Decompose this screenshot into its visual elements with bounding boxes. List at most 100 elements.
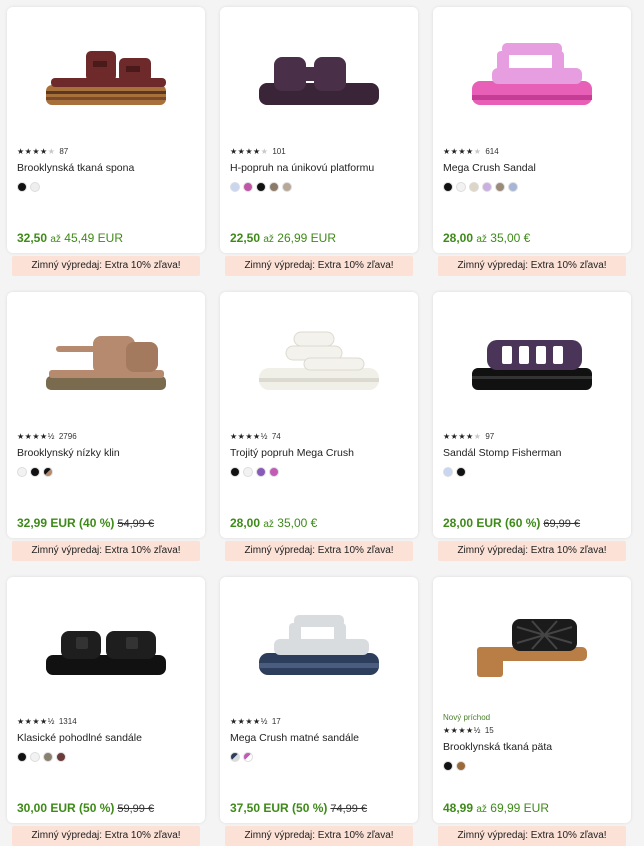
price-from: 22,50: [230, 231, 261, 245]
color-swatch[interactable]: [269, 467, 279, 477]
rating-stars: ★★★★★: [443, 146, 482, 156]
original-price: 69,99 €: [543, 518, 581, 530]
color-swatch[interactable]: [30, 182, 40, 192]
rating: ★★★★★ 97: [443, 431, 623, 441]
product-name[interactable]: Brooklynská tkaná päta: [443, 741, 623, 753]
color-swatches: [17, 467, 197, 477]
product-price: 37,50 EUR (50 %) 74,99 €: [230, 801, 367, 815]
review-count: 87: [59, 146, 69, 156]
color-swatch[interactable]: [230, 752, 240, 762]
price-to: 26,99 EUR: [277, 231, 336, 245]
color-swatches: [443, 467, 623, 477]
color-swatch[interactable]: [56, 752, 66, 762]
rating-stars: ★★★★½: [17, 716, 55, 726]
rating: ★★★★½ 2796: [17, 431, 197, 441]
color-swatch[interactable]: [243, 182, 253, 192]
promo-banner: Zimný výpredaj: Extra 10% zľava!: [225, 256, 413, 276]
product-name[interactable]: Brooklynská tkaná spona: [17, 162, 197, 174]
product-image[interactable]: [220, 292, 418, 424]
promo-banner: Zimný výpredaj: Extra 10% zľava!: [438, 256, 626, 276]
product-image[interactable]: [433, 292, 631, 424]
color-swatches: [230, 467, 410, 477]
product-image[interactable]: [433, 577, 631, 709]
price-from: 28,00: [230, 516, 261, 530]
color-swatch[interactable]: [482, 182, 492, 192]
rating: ★★★★½ 17: [230, 716, 410, 726]
promo-banner: Zimný výpredaj: Extra 10% zľava!: [438, 826, 626, 846]
product-image[interactable]: [7, 292, 205, 424]
product-name[interactable]: Trojitý popruh Mega Crush: [230, 447, 410, 459]
review-count: 97: [485, 431, 495, 441]
color-swatch[interactable]: [469, 182, 479, 192]
product-name[interactable]: Sandál Stomp Fisherman: [443, 447, 623, 459]
color-swatch[interactable]: [495, 182, 505, 192]
promo-banner: Zimný výpredaj: Extra 10% zľava!: [12, 256, 200, 276]
product-card[interactable]: ★★★★★ 97 Sandál Stomp Fisherman 28,00 EUR…: [433, 292, 631, 538]
product-card[interactable]: ★★★★★ 614 Mega Crush Sandal 28,00 až 35,0…: [433, 7, 631, 253]
product-card[interactable]: ★★★★½ 1314 Klasické pohodlné sandále 30,0…: [7, 577, 205, 823]
rating-stars: ★★★★½: [443, 725, 481, 735]
product-image[interactable]: [7, 7, 205, 139]
color-swatch[interactable]: [456, 761, 466, 771]
color-swatch[interactable]: [456, 467, 466, 477]
color-swatch[interactable]: [43, 752, 53, 762]
product-price: 28,00 EUR (60 %) 69,99 €: [443, 516, 580, 530]
product-name[interactable]: Mega Crush matné sandále: [230, 732, 410, 744]
price-to: 45,49 EUR: [64, 231, 123, 245]
price-sep: až: [476, 234, 487, 245]
color-swatch[interactable]: [230, 467, 240, 477]
promo-banner: Zimný výpredaj: Extra 10% zľava!: [12, 826, 200, 846]
color-swatch[interactable]: [443, 761, 453, 771]
color-swatch[interactable]: [508, 182, 518, 192]
product-card[interactable]: ★★★★½ 74 Trojitý popruh Mega Crush 28,00 …: [220, 292, 418, 538]
color-swatch[interactable]: [282, 182, 292, 192]
color-swatch[interactable]: [30, 752, 40, 762]
color-swatch[interactable]: [243, 752, 253, 762]
promo-banner: Zimný výpredaj: Extra 10% zľava!: [225, 826, 413, 846]
color-swatch[interactable]: [243, 467, 253, 477]
price-from: 48,99: [443, 801, 474, 815]
rating-stars: ★★★★★: [17, 146, 56, 156]
color-swatch[interactable]: [230, 182, 240, 192]
rating: ★★★★½ 15: [443, 725, 623, 735]
product-image[interactable]: [433, 7, 631, 139]
color-swatch[interactable]: [443, 182, 453, 192]
price-from: 32,50: [17, 231, 48, 245]
product-image[interactable]: [7, 577, 205, 709]
product-name[interactable]: H-popruh na únikovú platformu: [230, 162, 410, 174]
color-swatch[interactable]: [43, 467, 53, 477]
color-swatch[interactable]: [30, 467, 40, 477]
product-price: 22,50 až 26,99 EUR: [230, 231, 336, 245]
color-swatches: [230, 182, 410, 192]
product-card[interactable]: ★★★★½ 2796 Brooklynský nízky klin 32,99 E…: [7, 292, 205, 538]
product-grid: ★★★★★ 87 Brooklynská tkaná spona 32,50 až…: [0, 0, 644, 846]
color-swatch[interactable]: [456, 182, 466, 192]
product-price: 32,50 až 45,49 EUR: [17, 231, 123, 245]
product-card[interactable]: Nový príchod ★★★★½ 15 Brooklynská tkaná p…: [433, 577, 631, 823]
product-card[interactable]: ★★★★★ 87 Brooklynská tkaná spona 32,50 až…: [7, 7, 205, 253]
product-name[interactable]: Brooklynský nízky klin: [17, 447, 197, 459]
sale-price: 30,00 EUR (50 %): [17, 801, 115, 815]
product-card[interactable]: ★★★★½ 17 Mega Crush matné sandále 37,50 E…: [220, 577, 418, 823]
sale-price: 37,50 EUR (50 %): [230, 801, 328, 815]
color-swatch[interactable]: [256, 182, 266, 192]
rating-stars: ★★★★½: [230, 431, 268, 441]
color-swatches: [230, 752, 410, 762]
rating: ★★★★★ 101: [230, 146, 410, 156]
color-swatches: [443, 761, 623, 771]
color-swatch[interactable]: [17, 467, 27, 477]
color-swatch[interactable]: [443, 467, 453, 477]
review-count: 101: [272, 146, 286, 156]
color-swatch[interactable]: [269, 182, 279, 192]
color-swatch[interactable]: [256, 467, 266, 477]
color-swatch[interactable]: [17, 752, 27, 762]
color-swatch[interactable]: [17, 182, 27, 192]
color-swatches: [17, 182, 197, 192]
price-sep: až: [263, 234, 274, 245]
product-name[interactable]: Mega Crush Sandal: [443, 162, 623, 174]
product-image[interactable]: [220, 7, 418, 139]
product-card[interactable]: ★★★★★ 101 H-popruh na únikovú platformu 2…: [220, 7, 418, 253]
product-image[interactable]: [220, 577, 418, 709]
product-price: 48,99 až 69,99 EUR: [443, 801, 549, 815]
product-name[interactable]: Klasické pohodlné sandále: [17, 732, 197, 744]
